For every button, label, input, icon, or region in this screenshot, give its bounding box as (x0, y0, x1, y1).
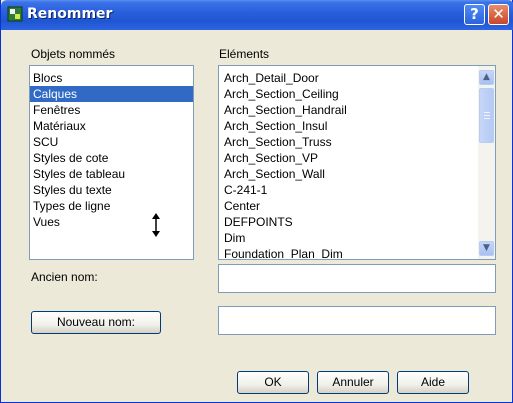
title-bar[interactable]: Renommer ? ✕ (1, 0, 513, 30)
scroll-thumb[interactable] (479, 88, 494, 143)
list-item[interactable]: Styles du texte (30, 182, 193, 198)
scroll-up-icon[interactable]: ▲ (479, 70, 494, 85)
close-icon[interactable]: ✕ (488, 4, 509, 25)
list-item[interactable]: Dim (221, 230, 495, 246)
list-item[interactable]: Arch_Section_Insul (221, 118, 495, 134)
list-item[interactable]: Arch_Section_Handrail (221, 102, 495, 118)
elements-label: Eléments (219, 47, 270, 61)
rename-dialog: Renommer ? ✕ Objets nommés Blocs Calques… (0, 0, 513, 403)
list-item[interactable]: Matériaux (30, 118, 193, 134)
app-icon (7, 6, 23, 22)
list-item[interactable]: Center (221, 198, 495, 214)
help-icon[interactable]: ? (464, 4, 485, 25)
window-title: Renommer (27, 6, 113, 22)
list-item[interactable]: Styles de tableau (30, 166, 193, 182)
old-name-field[interactable] (218, 264, 496, 293)
old-name-label: Ancien nom: (31, 270, 98, 284)
list-item[interactable]: Arch_Section_Ceiling (221, 86, 495, 102)
help-button[interactable]: Aide (397, 371, 469, 394)
list-item[interactable]: DEFPOINTS (221, 214, 495, 230)
list-item[interactable]: Arch_Section_VP (221, 150, 495, 166)
elements-scrollbar[interactable]: ▲ ▼ (478, 66, 495, 259)
list-item[interactable]: Blocs (30, 70, 193, 86)
list-item[interactable]: C-241-1 (221, 182, 495, 198)
resize-cursor-icon (152, 213, 160, 237)
list-item[interactable]: Styles de cote (30, 150, 193, 166)
list-item[interactable]: SCU (30, 134, 193, 150)
list-item[interactable]: Types de ligne (30, 198, 193, 214)
new-name-field[interactable] (218, 306, 496, 335)
list-item-selected[interactable]: Calques (30, 86, 193, 102)
list-item[interactable]: Arch_Section_Wall (221, 166, 495, 182)
list-item[interactable]: Vues (30, 214, 193, 230)
named-objects-list[interactable]: Blocs Calques Fenêtres Matériaux SCU Sty… (29, 65, 194, 260)
elements-list[interactable]: Arch_Detail_Door Arch_Section_Ceiling Ar… (218, 65, 496, 260)
cancel-button[interactable]: Annuler (317, 371, 389, 394)
scroll-down-icon[interactable]: ▼ (479, 241, 494, 256)
list-item[interactable]: Foundation_Plan_Dim (221, 246, 495, 259)
list-item[interactable]: Fenêtres (30, 102, 193, 118)
list-item[interactable]: Arch_Detail_Door (221, 70, 495, 86)
new-name-button[interactable]: Nouveau nom: (31, 311, 161, 334)
list-item[interactable]: Arch_Section_Truss (221, 134, 495, 150)
named-objects-label: Objets nommés (31, 47, 116, 61)
ok-button[interactable]: OK (237, 371, 309, 394)
